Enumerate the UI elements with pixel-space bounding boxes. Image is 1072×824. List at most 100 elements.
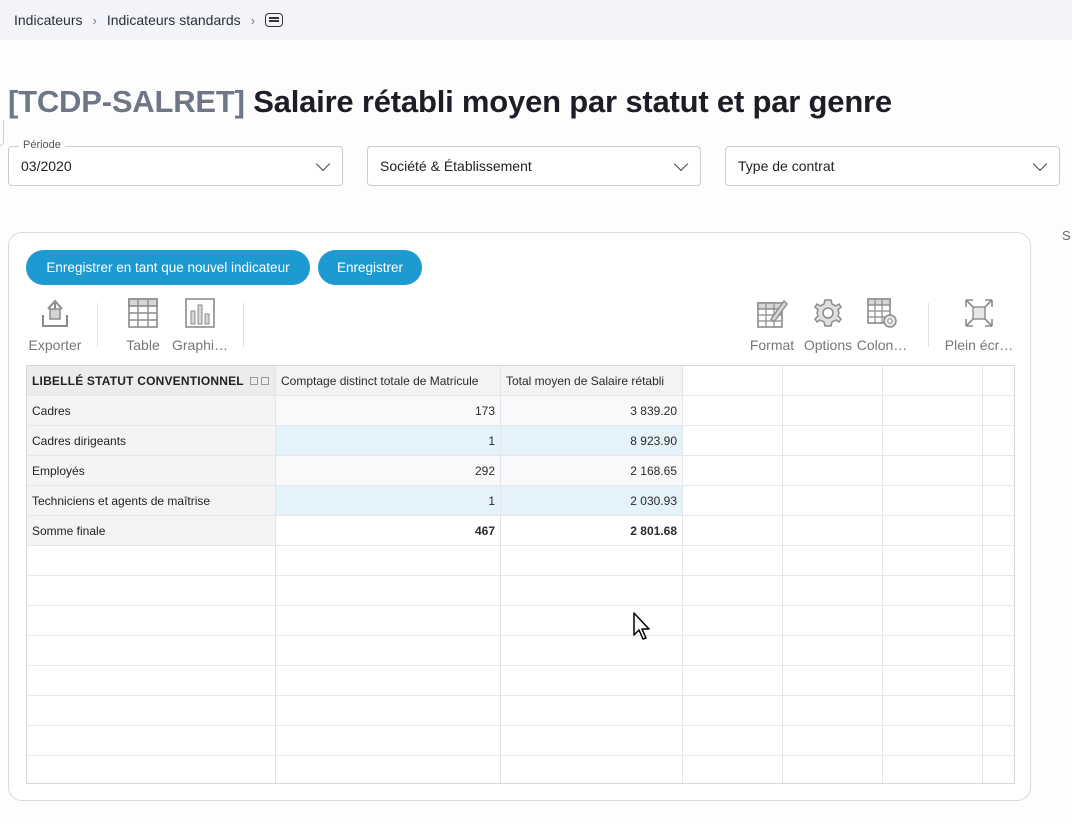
table-label: Table xyxy=(126,337,160,353)
format-tool[interactable]: Format xyxy=(747,297,797,353)
export-tool[interactable]: Exporter xyxy=(27,297,83,353)
toolbar-divider xyxy=(243,303,244,347)
breadcrumb-indicateurs-standards[interactable]: Indicateurs standards xyxy=(107,12,241,28)
empty-cell xyxy=(783,606,883,635)
sort-icon[interactable] xyxy=(260,376,269,385)
empty-cell xyxy=(27,726,276,755)
empty-cell xyxy=(883,486,983,515)
salary-cell[interactable]: 3 839.20 xyxy=(501,396,683,425)
empty-cell xyxy=(276,606,501,635)
empty-cell xyxy=(683,486,783,515)
empty-cell xyxy=(276,696,501,725)
empty-cell xyxy=(683,576,783,605)
pivot-card: Enregistrer en tant que nouvel indicateu… xyxy=(8,232,1031,801)
table-row[interactable]: Techniciens et agents de maîtrise 1 2 03… xyxy=(27,486,1014,516)
empty-cell xyxy=(983,576,1014,605)
empty-cell xyxy=(783,546,883,575)
pivot-grid: LIBELLÉ STATUT CONVENTIONNEL Comptage di… xyxy=(26,365,1015,784)
column-header-salaire[interactable]: Total moyen de Salaire rétabli xyxy=(501,366,683,395)
chart-tool[interactable]: Graphi… xyxy=(169,297,231,353)
row-label: Employés xyxy=(27,456,276,485)
options-tool[interactable]: Options xyxy=(803,297,853,353)
table-row[interactable]: Employés 292 2 168.65 xyxy=(27,456,1014,486)
empty-cell xyxy=(783,456,883,485)
total-count-cell[interactable]: 467 xyxy=(276,516,501,545)
empty-cell xyxy=(501,666,683,695)
empty-row xyxy=(27,756,1014,783)
empty-row xyxy=(27,726,1014,756)
side-panel-handle[interactable] xyxy=(0,120,4,146)
empty-cell xyxy=(276,636,501,665)
empty-cell xyxy=(501,546,683,575)
indicator-name: Salaire rétabli moyen par statut et par … xyxy=(253,84,892,119)
row-header-label: LIBELLÉ STATUT CONVENTIONNEL xyxy=(32,373,244,388)
table-tool[interactable]: Table xyxy=(121,297,165,353)
fullscreen-tool[interactable]: Plein écr… xyxy=(943,297,1015,353)
empty-cell xyxy=(683,456,783,485)
empty-cell xyxy=(883,516,983,545)
save-as-new-indicator-button[interactable]: Enregistrer en tant que nouvel indicateu… xyxy=(26,250,310,285)
grid-header-row: LIBELLÉ STATUT CONVENTIONNEL Comptage di… xyxy=(27,366,1014,396)
empty-cell xyxy=(883,726,983,755)
table-icon xyxy=(127,297,159,329)
empty-cell xyxy=(27,636,276,665)
empty-cell xyxy=(683,366,783,395)
chevron-down-icon xyxy=(315,156,331,172)
salary-cell[interactable]: 2 168.65 xyxy=(501,456,683,485)
chevron-down-icon xyxy=(673,156,689,172)
count-cell[interactable]: 1 xyxy=(276,486,501,515)
grand-total-row[interactable]: Somme finale 467 2 801.68 xyxy=(27,516,1014,546)
salary-cell[interactable]: 2 030.93 xyxy=(501,486,683,515)
empty-cell xyxy=(783,426,883,455)
empty-cell xyxy=(883,366,983,395)
columns-tool[interactable]: Colon… xyxy=(855,297,909,353)
empty-cell xyxy=(783,696,883,725)
empty-cell xyxy=(27,696,276,725)
empty-cell xyxy=(783,756,883,783)
empty-cell xyxy=(883,696,983,725)
empty-cell xyxy=(983,546,1014,575)
empty-cell xyxy=(983,756,1014,783)
row-label: Techniciens et agents de maîtrise xyxy=(27,486,276,515)
empty-cell xyxy=(783,636,883,665)
count-cell[interactable]: 173 xyxy=(276,396,501,425)
empty-cell xyxy=(983,426,1014,455)
table-row[interactable]: Cadres 173 3 839.20 xyxy=(27,396,1014,426)
keyboard-icon[interactable] xyxy=(265,13,284,27)
empty-cell xyxy=(501,756,683,783)
gear-icon xyxy=(812,297,844,329)
empty-cell xyxy=(883,546,983,575)
table-settings-icon xyxy=(866,297,898,329)
empty-cell xyxy=(501,606,683,635)
empty-cell xyxy=(683,666,783,695)
societe-etablissement-select[interactable]: Société & Établissement xyxy=(367,146,701,186)
mouse-cursor-icon xyxy=(633,612,650,640)
periode-select[interactable]: Période 03/2020 xyxy=(8,139,343,186)
empty-cell xyxy=(27,756,276,783)
breadcrumb-indicateurs[interactable]: Indicateurs xyxy=(14,12,82,28)
empty-cell xyxy=(983,516,1014,545)
empty-cell xyxy=(683,726,783,755)
save-button[interactable]: Enregistrer xyxy=(318,250,422,285)
empty-cell xyxy=(501,636,683,665)
row-header-statut[interactable]: LIBELLÉ STATUT CONVENTIONNEL xyxy=(27,366,276,395)
empty-cell xyxy=(883,666,983,695)
empty-cell xyxy=(983,666,1014,695)
filter-icon[interactable] xyxy=(249,376,258,385)
periode-label: Période xyxy=(19,139,65,151)
chevron-down-icon xyxy=(1032,156,1048,172)
count-cell[interactable]: 1 xyxy=(276,426,501,455)
empty-cell xyxy=(983,486,1014,515)
export-icon xyxy=(39,297,71,329)
count-cell[interactable]: 292 xyxy=(276,456,501,485)
column-header-matricule[interactable]: Comptage distinct totale de Matricule xyxy=(276,366,501,395)
empty-cell xyxy=(276,756,501,783)
indicator-code: [TCDP-SALRET] xyxy=(8,84,245,119)
empty-cell xyxy=(883,576,983,605)
empty-cell xyxy=(783,666,883,695)
table-row[interactable]: Cadres dirigeants 1 8 923.90 xyxy=(27,426,1014,456)
salary-cell[interactable]: 8 923.90 xyxy=(501,426,683,455)
empty-cell xyxy=(983,726,1014,755)
total-salary-cell[interactable]: 2 801.68 xyxy=(501,516,683,545)
type-contrat-select[interactable]: Type de contrat xyxy=(725,146,1060,186)
